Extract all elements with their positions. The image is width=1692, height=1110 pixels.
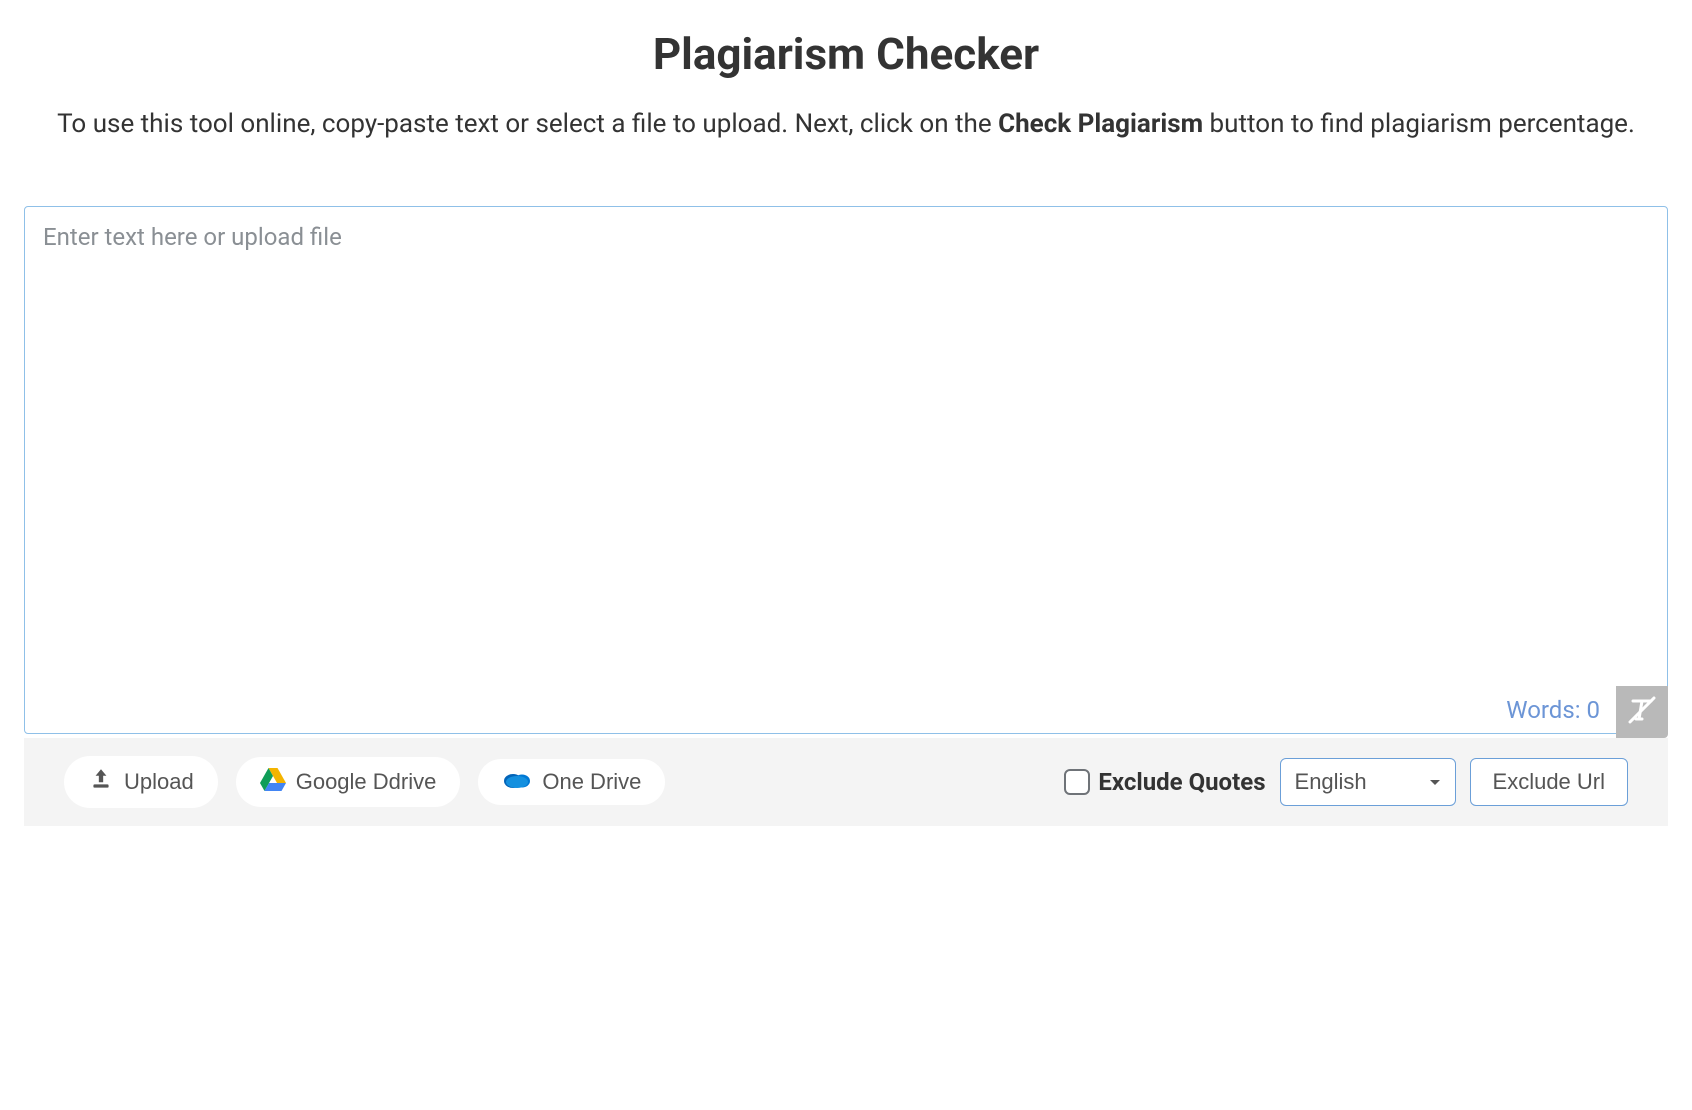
onedrive-button[interactable]: One Drive xyxy=(478,759,665,805)
upload-label: Upload xyxy=(124,769,194,795)
upload-icon xyxy=(88,766,114,798)
google-drive-button[interactable]: Google Ddrive xyxy=(236,757,461,807)
editor-area: Words: 0 xyxy=(24,206,1668,738)
desc-suffix: button to find plagiarism percentage. xyxy=(1203,109,1635,139)
toolbar-right: Exclude Quotes English Exclude Url xyxy=(1064,758,1628,806)
desc-prefix: To use this tool online, copy-paste text… xyxy=(57,109,998,139)
language-select[interactable]: English xyxy=(1280,758,1456,806)
google-drive-icon xyxy=(260,767,286,797)
upload-button[interactable]: Upload xyxy=(64,756,218,808)
word-count-value: 0 xyxy=(1587,696,1601,724)
exclude-quotes-checkbox[interactable] xyxy=(1064,769,1090,795)
toolbar: Upload Google Ddrive xyxy=(24,738,1668,826)
page-title: Plagiarism Checker xyxy=(24,28,1668,80)
clear-formatting-button[interactable] xyxy=(1616,686,1668,738)
google-drive-label: Google Ddrive xyxy=(296,769,437,795)
desc-bold: Check Plagiarism xyxy=(998,109,1203,139)
exclude-quotes-toggle[interactable]: Exclude Quotes xyxy=(1064,768,1265,796)
page-description: To use this tool online, copy-paste text… xyxy=(46,104,1646,146)
word-count-label: Words: xyxy=(1506,696,1586,724)
text-input[interactable] xyxy=(24,206,1668,734)
onedrive-label: One Drive xyxy=(542,769,641,795)
word-count: Words: 0 xyxy=(1506,696,1600,724)
toolbar-left: Upload Google Ddrive xyxy=(64,756,665,808)
exclude-quotes-label: Exclude Quotes xyxy=(1098,768,1265,796)
onedrive-icon xyxy=(502,769,532,795)
exclude-url-label: Exclude Url xyxy=(1493,769,1605,794)
clear-formatting-icon xyxy=(1624,692,1660,732)
exclude-url-button[interactable]: Exclude Url xyxy=(1470,758,1628,806)
